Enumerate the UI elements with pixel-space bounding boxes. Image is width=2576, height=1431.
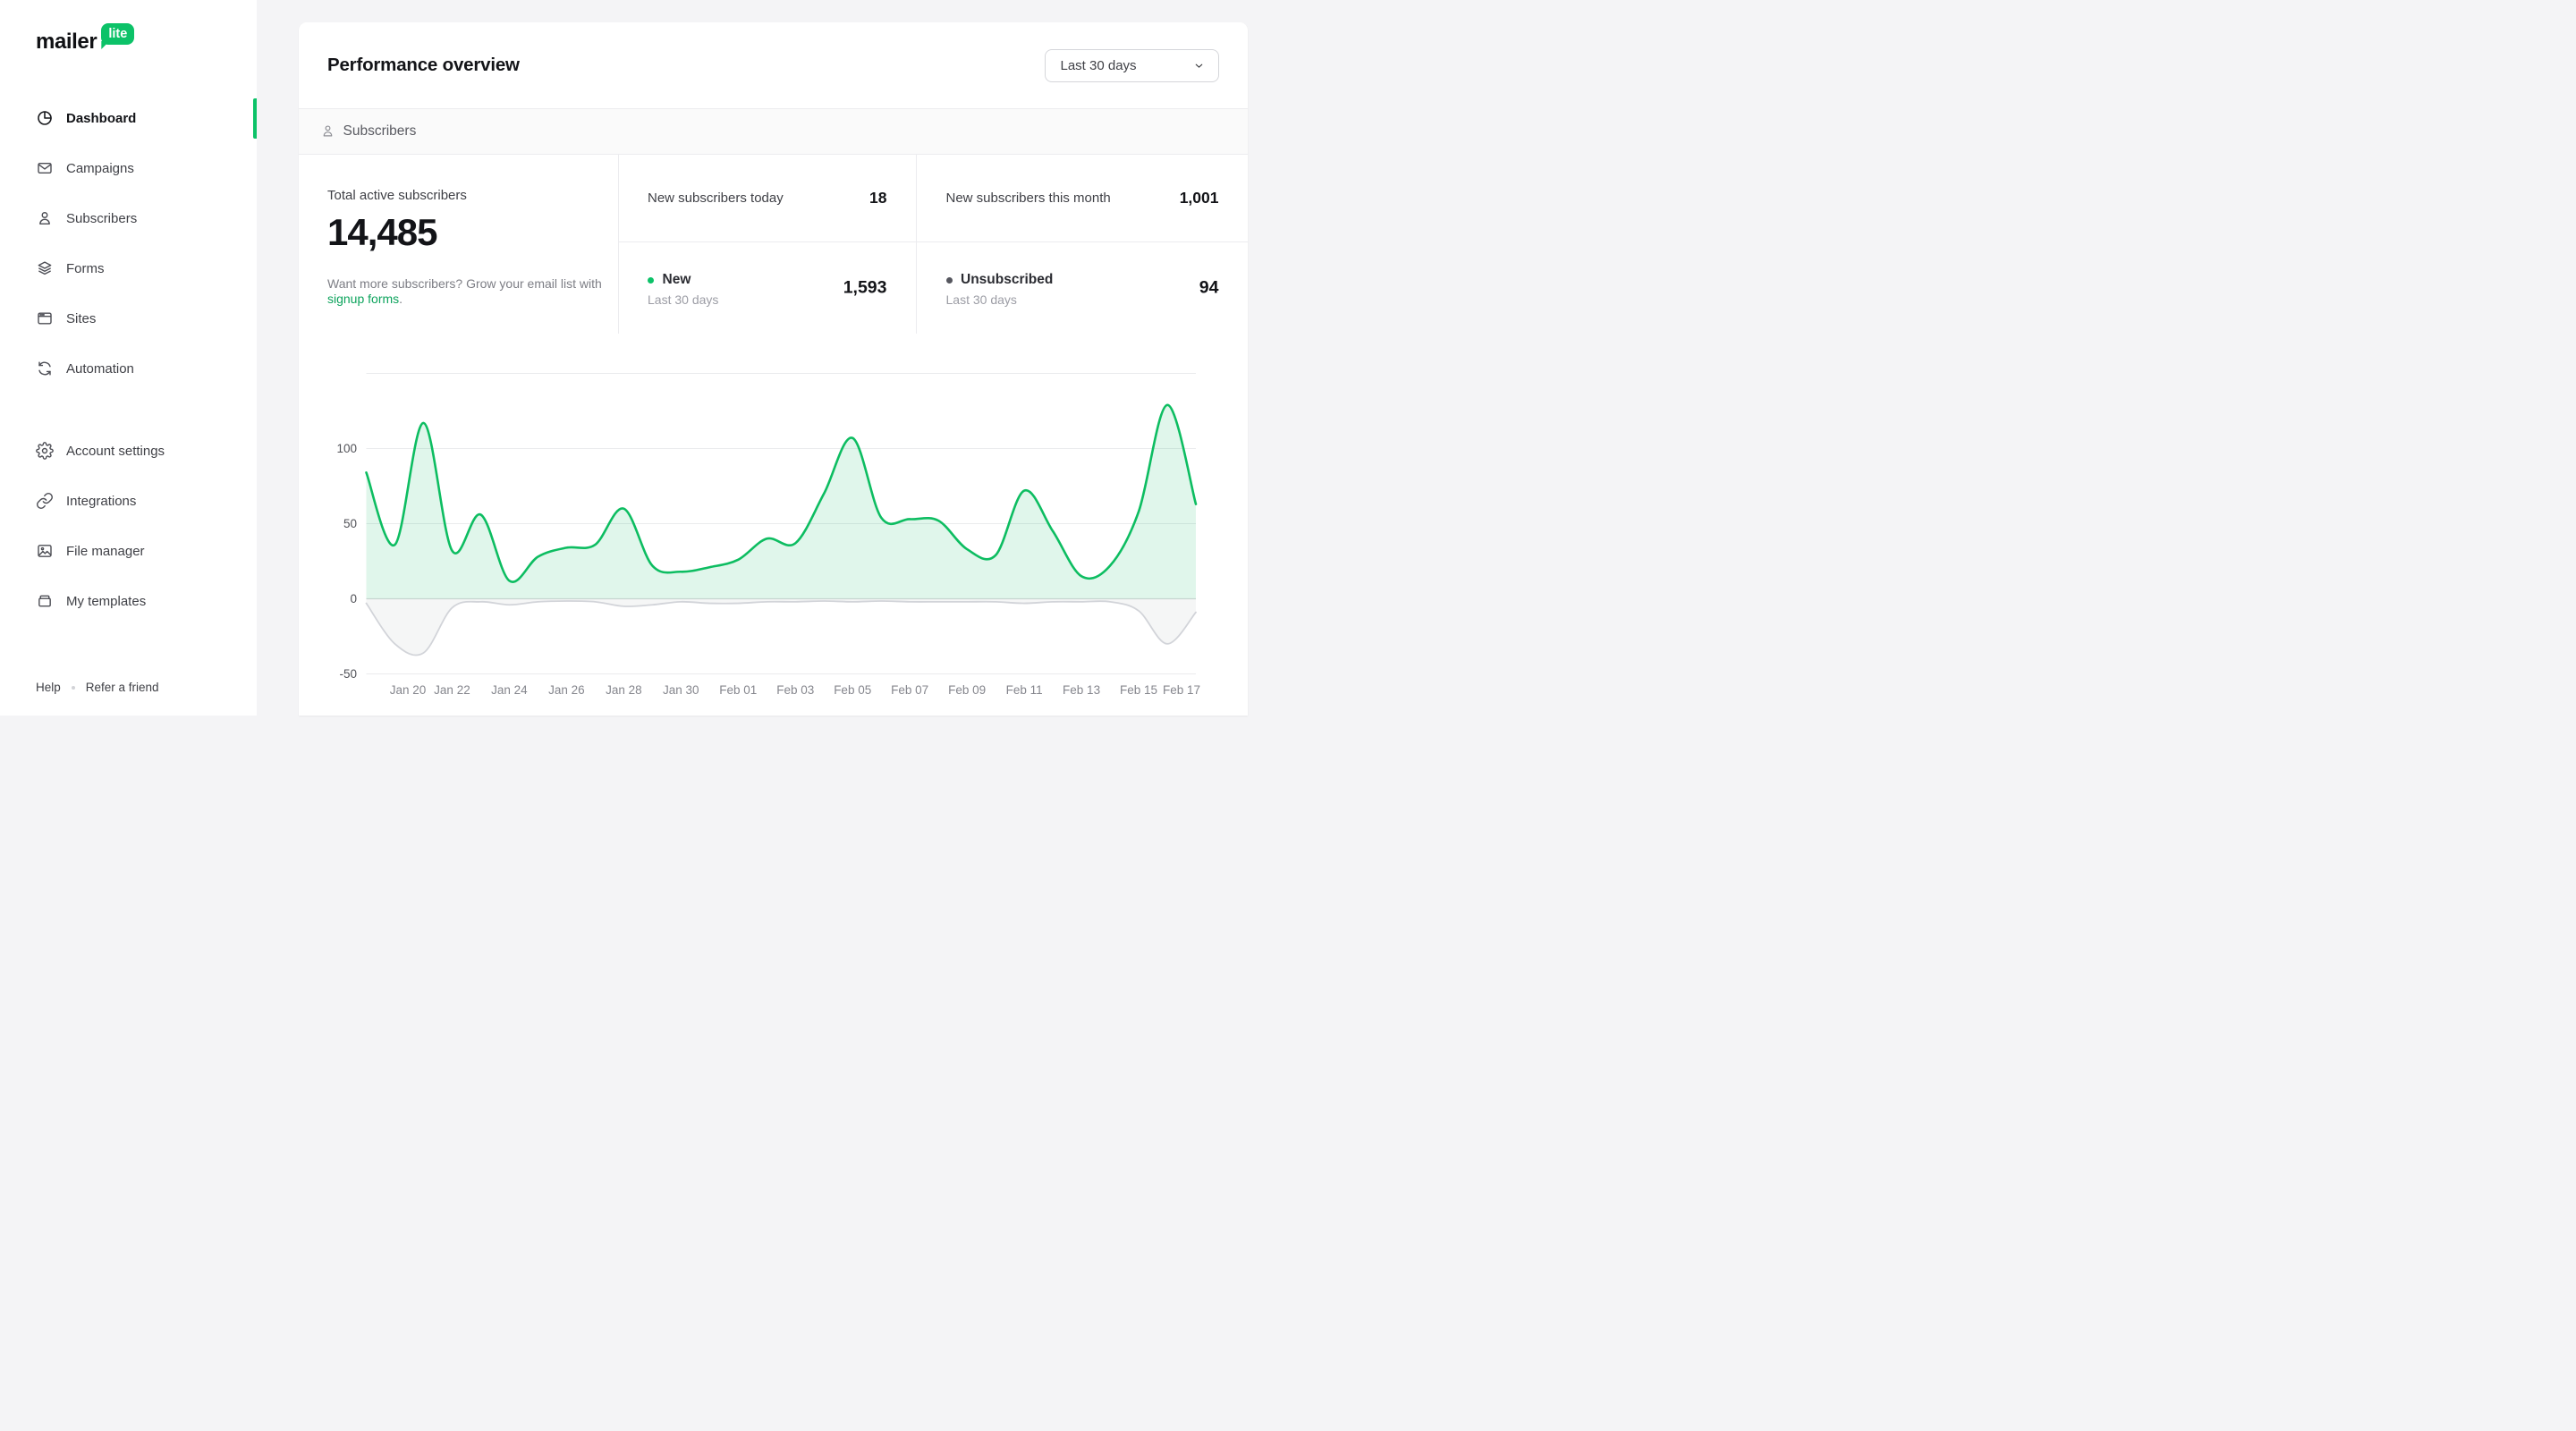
x-axis-label-feb-13: Feb 13 bbox=[1063, 683, 1100, 697]
sidebar-nav-primary: Dashboard Campaigns Subscribers Forms Sites A… bbox=[0, 93, 257, 394]
sidebar-item-label: Dashboard bbox=[66, 110, 137, 126]
sidebar-item-sites[interactable]: Sites bbox=[0, 293, 257, 343]
signup-forms-link[interactable]: signup forms bbox=[327, 292, 399, 306]
sidebar-item-label: Account settings bbox=[66, 443, 165, 459]
sites-icon bbox=[36, 309, 54, 327]
sidebar-item-label: Automation bbox=[66, 360, 134, 377]
new-month-cell: New subscribers this month 1,001 bbox=[916, 154, 1248, 241]
sidebar-item-subscribers[interactable]: Subscribers bbox=[0, 193, 257, 243]
sidebar-nav-secondary: Account settings Integrations File manager… bbox=[0, 426, 257, 626]
unsubscribed-30d-cell: Unsubscribed Last 30 days 94 bbox=[916, 241, 1248, 334]
x-axis-label-jan-26: Jan 26 bbox=[548, 683, 585, 697]
x-axis-label-feb-11: Feb 11 bbox=[1005, 683, 1042, 697]
new-today-label: New subscribers today bbox=[648, 190, 784, 206]
unsubscribed-series-line bbox=[365, 599, 1197, 656]
refer-a-friend-link[interactable]: Refer a friend bbox=[86, 681, 159, 694]
y-axis-label--50: -50 bbox=[339, 667, 357, 681]
sidebar-item-label: Integrations bbox=[66, 493, 137, 509]
footer-dot-separator bbox=[71, 685, 75, 690]
unsubscribed-series-dot bbox=[945, 276, 953, 284]
sidebar-item-account-settings[interactable]: Account settings bbox=[0, 426, 257, 476]
date-range-dropdown[interactable]: Last 30 days bbox=[1044, 49, 1219, 82]
campaigns-icon bbox=[36, 159, 54, 177]
x-axis-label-jan-28: Jan 28 bbox=[606, 683, 642, 697]
x-axis-label-jan-20: Jan 20 bbox=[389, 683, 426, 697]
x-axis-label-feb-17: Feb 17 bbox=[1162, 683, 1199, 697]
unsubscribed-series-sublabel: Last 30 days bbox=[945, 292, 1017, 307]
help-link[interactable]: Help bbox=[36, 681, 61, 694]
new-month-label: New subscribers this month bbox=[945, 190, 1111, 206]
total-subscribers-label: Total active subscribers bbox=[327, 187, 467, 203]
new-series-label: New bbox=[662, 272, 691, 287]
x-axis-label-jan-30: Jan 30 bbox=[663, 683, 699, 697]
total-subscribers-value: 14,485 bbox=[327, 210, 437, 253]
sidebar-footer: Help Refer a friend bbox=[36, 681, 159, 694]
sidebar-item-my-templates[interactable]: My templates bbox=[0, 576, 257, 626]
x-axis-label-feb-07: Feb 07 bbox=[891, 683, 928, 697]
mailerlite-logo[interactable]: mailer lite bbox=[36, 23, 135, 55]
subscribers-section-header: Subscribers bbox=[298, 108, 1248, 155]
unsubscribed-series-area bbox=[366, 598, 1196, 656]
x-axis-label-feb-01: Feb 01 bbox=[719, 683, 757, 697]
sidebar-item-label: Subscribers bbox=[66, 210, 138, 226]
new-today-value: 18 bbox=[869, 188, 887, 207]
templates-icon bbox=[36, 592, 54, 610]
automation-icon bbox=[36, 360, 54, 377]
sidebar-item-dashboard[interactable]: Dashboard bbox=[0, 93, 257, 143]
subscribers-chart: 100 50 0 -50 Jan 20 Jan 22 Jan 24 Jan 26 Jan 28 J… bbox=[299, 334, 1249, 716]
new-30d-value: 1,593 bbox=[843, 277, 887, 298]
sidebar-item-label: Sites bbox=[66, 310, 97, 326]
total-subscribers-cell: Total active subscribers 14,485 Want mor… bbox=[299, 155, 618, 334]
x-axis-label-jan-24: Jan 24 bbox=[491, 683, 528, 697]
integrations-icon bbox=[36, 492, 54, 510]
unsubscribed-30d-value: 94 bbox=[1199, 277, 1219, 298]
stats-grid: Total active subscribers 14,485 Want mor… bbox=[299, 154, 1248, 334]
card-header: Performance overview Last 30 days bbox=[298, 22, 1248, 109]
sidebar-item-forms[interactable]: Forms bbox=[0, 243, 257, 293]
sidebar-item-label: File manager bbox=[66, 543, 145, 559]
logo-text: mailer bbox=[36, 30, 97, 54]
x-axis-label-feb-15: Feb 15 bbox=[1120, 683, 1157, 697]
file-manager-icon bbox=[36, 542, 54, 560]
sidebar-item-label: Forms bbox=[66, 260, 105, 276]
active-indicator bbox=[253, 97, 257, 139]
new-series-area bbox=[366, 404, 1196, 598]
area-chart-canvas: 100 50 0 -50 Jan 20 Jan 22 Jan 24 Jan 26 Jan 28 J… bbox=[336, 372, 1200, 697]
dashboard-icon bbox=[36, 109, 54, 127]
new-month-value: 1,001 bbox=[1179, 188, 1219, 207]
subscribers-icon bbox=[36, 209, 54, 227]
sidebar-item-label: My templates bbox=[66, 593, 147, 609]
new-today-cell: New subscribers today 18 bbox=[617, 154, 917, 241]
x-axis-label-jan-22: Jan 22 bbox=[434, 683, 470, 697]
x-axis-label-feb-09: Feb 09 bbox=[948, 683, 986, 697]
y-axis-label-0: 0 bbox=[350, 592, 357, 605]
forms-icon bbox=[36, 259, 54, 277]
grow-list-hint: Want more subscribers? Grow your email l… bbox=[327, 275, 602, 307]
sidebar-item-label: Campaigns bbox=[66, 160, 134, 176]
x-axis-label-feb-05: Feb 05 bbox=[834, 683, 871, 697]
new-30d-cell: New Last 30 days 1,593 bbox=[617, 241, 916, 334]
sidebar-item-campaigns[interactable]: Campaigns bbox=[0, 143, 257, 193]
sidebar: mailer lite Dashboard Campaigns Subscriber… bbox=[0, 0, 257, 716]
section-title: Subscribers bbox=[343, 123, 417, 139]
logo-badge: lite bbox=[101, 23, 135, 45]
y-axis-label-50: 50 bbox=[343, 517, 356, 530]
x-axis-label-feb-03: Feb 03 bbox=[776, 683, 814, 697]
sidebar-item-file-manager[interactable]: File manager bbox=[0, 526, 257, 576]
performance-card: Performance overview Last 30 days Subscr… bbox=[298, 22, 1249, 716]
date-range-value: Last 30 days bbox=[1060, 58, 1137, 73]
sidebar-item-automation[interactable]: Automation bbox=[0, 343, 257, 394]
page-title: Performance overview bbox=[327, 54, 520, 75]
y-axis-label-100: 100 bbox=[336, 442, 357, 455]
person-icon bbox=[320, 123, 335, 139]
chevron-down-icon bbox=[1195, 64, 1202, 68]
new-series-dot bbox=[648, 276, 654, 284]
settings-icon bbox=[36, 442, 54, 460]
unsubscribed-series-label: Unsubscribed bbox=[961, 272, 1054, 287]
sidebar-item-integrations[interactable]: Integrations bbox=[0, 476, 257, 526]
